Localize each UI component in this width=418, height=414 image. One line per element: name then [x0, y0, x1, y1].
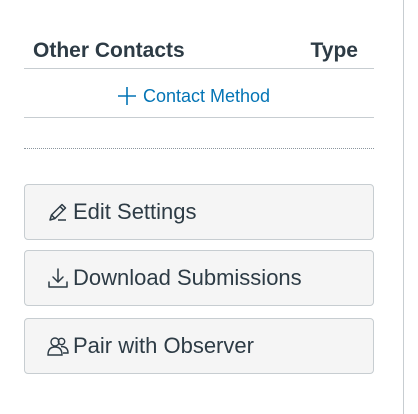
user-sidebar: Other Contacts Type Contact Method Edit … [0, 0, 404, 414]
pair-with-observer-button[interactable]: Pair with Observer [24, 318, 374, 374]
column-header-other-contacts: Other Contacts [33, 39, 185, 62]
contacts-table-header: Other Contacts Type [33, 36, 375, 66]
download-submissions-button[interactable]: Download Submissions [24, 250, 374, 306]
pair-with-observer-label: Pair with Observer [73, 333, 254, 358]
header-divider [24, 68, 374, 69]
contacts-bottom-divider [24, 117, 374, 118]
users-icon [45, 333, 71, 359]
plus-icon [117, 86, 137, 106]
edit-settings-button[interactable]: Edit Settings [24, 184, 374, 240]
section-separator [24, 148, 374, 149]
column-header-type: Type [310, 39, 358, 62]
add-contact-method-label: Contact Method [143, 85, 271, 106]
pencil-icon [45, 199, 71, 225]
download-icon [45, 265, 71, 291]
add-contact-method-link[interactable]: Contact Method [117, 81, 270, 111]
edit-settings-label: Edit Settings [73, 199, 197, 224]
download-submissions-label: Download Submissions [73, 265, 302, 290]
